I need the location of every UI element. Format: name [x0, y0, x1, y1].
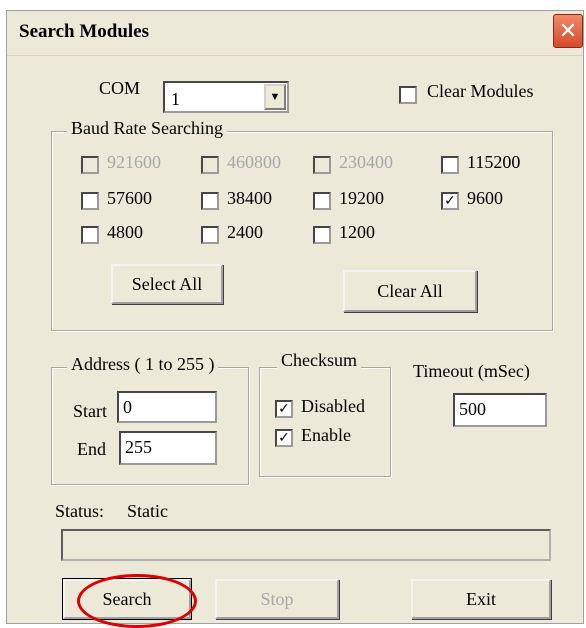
- com-port-value: 1: [171, 89, 180, 109]
- checksum-group-title: Checksum: [277, 350, 361, 371]
- baud-460800-label: 460800: [227, 152, 281, 172]
- baud-38400-label: 38400: [227, 188, 272, 208]
- baud-9600-label: 9600: [467, 188, 503, 208]
- baud-19200-label: 19200: [339, 188, 384, 208]
- baud-9600-checkbox[interactable]: ✓: [441, 192, 459, 210]
- end-label: End: [77, 439, 106, 459]
- baud-1200-label: 1200: [339, 222, 375, 242]
- checksum-enable-label: Enable: [301, 425, 351, 445]
- baud-460800-checkbox: [201, 156, 219, 174]
- start-address-input[interactable]: 0: [117, 391, 217, 423]
- baud-2400-checkbox[interactable]: [201, 226, 219, 244]
- search-modules-dialog: Search Modules ✕ COM 1 ▼ Clear Modules B…: [6, 10, 584, 628]
- status-label: Status:: [55, 501, 105, 521]
- close-icon[interactable]: ✕: [553, 14, 583, 48]
- chevron-down-icon[interactable]: ▼: [264, 84, 286, 110]
- baud-230400-checkbox: [313, 156, 331, 174]
- timeout-label: Timeout (mSec): [413, 361, 530, 381]
- baud-1200-checkbox[interactable]: [313, 226, 331, 244]
- baud-rate-group-title: Baud Rate Searching: [67, 118, 227, 139]
- baud-2400-label: 2400: [227, 222, 263, 242]
- search-button[interactable]: Search: [62, 578, 192, 620]
- baud-57600-label: 57600: [107, 188, 152, 208]
- start-label: Start: [73, 401, 107, 421]
- baud-4800-checkbox[interactable]: [81, 226, 99, 244]
- checksum-disabled-checkbox[interactable]: ✓: [275, 400, 293, 418]
- checksum-group: [259, 367, 391, 477]
- address-group: [51, 367, 249, 485]
- baud-921600-label: 921600: [107, 152, 161, 172]
- checksum-disabled-label: Disabled: [301, 396, 365, 416]
- clear-modules-checkbox[interactable]: [399, 86, 417, 104]
- address-group-title: Address ( 1 to 255 ): [67, 354, 219, 375]
- stop-button: Stop: [215, 579, 339, 619]
- baud-115200-checkbox[interactable]: [441, 156, 459, 174]
- window-title: Search Modules: [19, 21, 150, 42]
- timeout-input[interactable]: 500: [453, 393, 547, 427]
- baud-19200-checkbox[interactable]: [313, 192, 331, 210]
- com-port-select[interactable]: 1 ▼: [163, 81, 289, 113]
- clear-modules-label: Clear Modules: [427, 81, 534, 101]
- checksum-enable-checkbox[interactable]: ✓: [275, 429, 293, 447]
- baud-4800-label: 4800: [107, 222, 143, 242]
- baud-230400-label: 230400: [339, 152, 393, 172]
- com-label: COM: [99, 78, 141, 98]
- baud-57600-checkbox[interactable]: [81, 192, 99, 210]
- select-all-button[interactable]: Select All: [111, 264, 223, 304]
- end-address-input[interactable]: 255: [119, 431, 217, 465]
- clear-all-button[interactable]: Clear All: [343, 270, 477, 312]
- exit-button[interactable]: Exit: [411, 579, 551, 619]
- baud-921600-checkbox: [81, 156, 99, 174]
- title-bar[interactable]: Search Modules ✕: [7, 11, 583, 56]
- baud-38400-checkbox[interactable]: [201, 192, 219, 210]
- progress-bar: [61, 529, 551, 561]
- status-value: Static: [127, 501, 168, 521]
- baud-115200-label: 115200: [467, 152, 521, 172]
